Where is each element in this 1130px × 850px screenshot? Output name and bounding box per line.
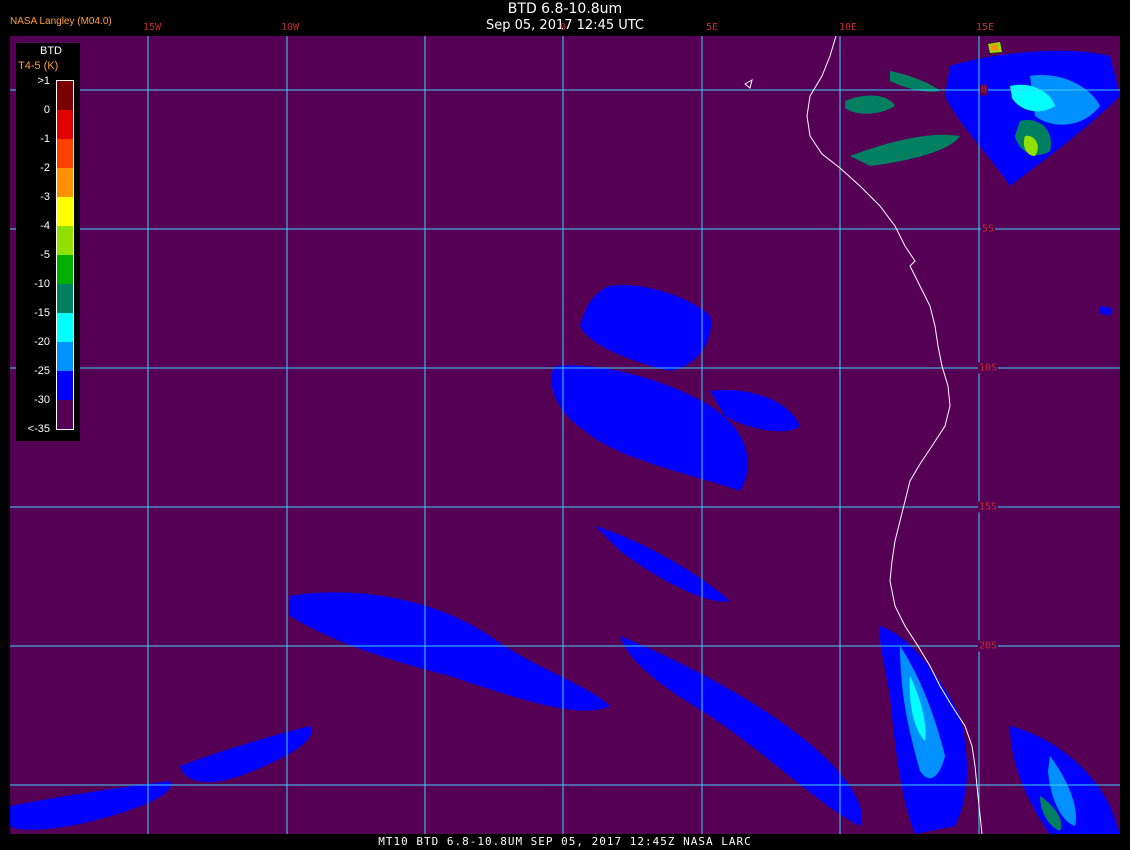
legend-swatch-0 <box>57 81 73 110</box>
legend-swatch-9 <box>57 342 73 371</box>
legend-swatch-2 <box>57 139 73 168</box>
legend-tick-10: -25 <box>34 365 50 377</box>
footer-caption: MT10 BTD 6.8-10.8UM SEP 05, 2017 12:45Z … <box>378 835 752 848</box>
legend-unit: T4-5 (K) <box>18 60 59 72</box>
lon-label-0: 0 <box>559 22 567 33</box>
legend-tick-4: -3 <box>40 191 50 203</box>
lat-label-10s: 10S <box>977 362 999 374</box>
island <box>744 78 753 89</box>
legend-swatch-10 <box>57 371 73 400</box>
legend-tick-5: -4 <box>40 220 50 232</box>
legend-tick-8: -15 <box>34 307 50 319</box>
map-title: BTD 6.8-10.8um <box>507 1 623 17</box>
legend-title: BTD <box>40 45 62 57</box>
lat-label-5s: 5S <box>980 223 996 235</box>
legend-tick-11: -30 <box>34 394 50 406</box>
satellite-map[interactable]: 0 5S 10S 15S 20S <box>10 36 1120 834</box>
legend-tick-12: <-35 <box>27 423 50 435</box>
legend-swatch-11 <box>57 400 73 429</box>
legend-colorbar <box>56 80 74 430</box>
legend-swatch-1 <box>57 110 73 139</box>
legend-tick-7: -10 <box>34 278 50 290</box>
color-legend: BTD T4-5 (K) >1 0 -1 -2 -3 -4 -5 -10 -15… <box>16 43 80 441</box>
legend-tick-9: -20 <box>34 336 50 348</box>
legend-tick-0: >1 <box>37 75 50 87</box>
lon-label-15e: 15E <box>975 22 995 33</box>
legend-swatch-8 <box>57 313 73 342</box>
lon-label-15w: 15W <box>142 22 162 33</box>
cloud-features <box>10 50 1120 834</box>
legend-tick-1: 0 <box>43 104 50 116</box>
lat-label-20s: 20S <box>977 640 999 652</box>
lat-label-0: 0 <box>979 84 989 96</box>
legend-swatch-6 <box>57 255 73 284</box>
legend-swatch-3 <box>57 168 73 197</box>
legend-swatch-7 <box>57 284 73 313</box>
lon-label-10e: 10E <box>838 22 858 33</box>
legend-tick-6: -5 <box>40 249 50 261</box>
lon-label-5e: 5E <box>705 22 719 33</box>
legend-tick-2: -1 <box>40 133 50 145</box>
legend-swatch-5 <box>57 226 73 255</box>
map-canvas <box>10 36 1120 834</box>
organization-label: NASA Langley (M04.0) <box>10 16 112 27</box>
legend-swatch-4 <box>57 197 73 226</box>
legend-tick-3: -2 <box>40 162 50 174</box>
cloud-features-light <box>900 75 1100 826</box>
lon-label-10w: 10W <box>280 22 300 33</box>
lat-label-15s: 15S <box>977 501 999 513</box>
